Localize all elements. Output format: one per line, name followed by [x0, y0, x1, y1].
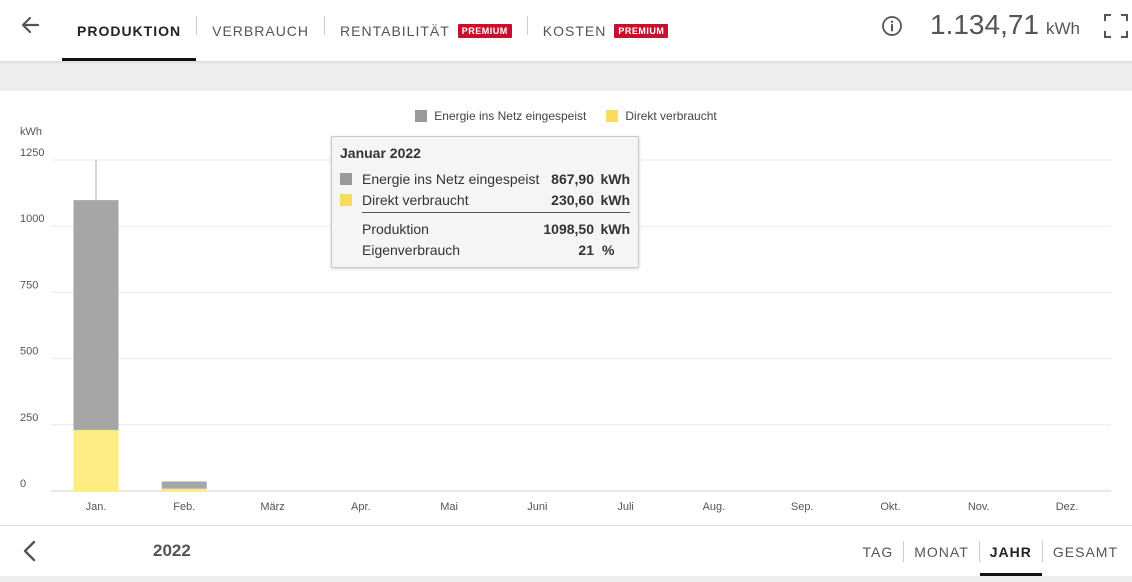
period-tag[interactable]: TAG: [852, 527, 903, 576]
tooltip-title: Januar 2022: [340, 145, 421, 161]
footer-strip: [0, 576, 1132, 582]
tooltip-value: 867,90: [551, 170, 594, 187]
chevron-left-icon[interactable]: [18, 539, 42, 563]
tooltip-divider: [362, 212, 630, 213]
x-tick-label: Apr.: [351, 501, 371, 513]
y-tick-label: 0: [20, 478, 26, 490]
y-tick-label: 1000: [20, 213, 44, 225]
chart-tooltip: Januar 2022 Energie ins Netz eingespeist…: [331, 136, 639, 268]
chart-panel: Energie ins Netz eingespeist Direkt verb…: [0, 91, 1132, 526]
x-tick-label: Jan.: [86, 501, 107, 513]
main-tabs: PRODUKTION VERBRAUCH RENTABILITÄT PREMIU…: [62, 0, 683, 61]
x-tick-label: Aug.: [703, 501, 726, 513]
tab-rentabilitaet[interactable]: RENTABILITÄT PREMIUM: [325, 0, 527, 61]
x-tick-label: Nov.: [968, 501, 990, 513]
period-label: MONAT: [914, 543, 969, 560]
tooltip-value: 230,60: [551, 191, 594, 208]
tooltip-unit: kWh: [600, 170, 630, 187]
x-tick-label: Mai: [440, 501, 458, 513]
premium-badge: PREMIUM: [614, 23, 669, 38]
tab-kosten[interactable]: KOSTEN PREMIUM: [528, 0, 684, 61]
year-label: 2022: [153, 541, 191, 560]
period-jahr[interactable]: JAHR: [979, 527, 1043, 576]
premium-badge: PREMIUM: [457, 23, 512, 38]
tooltip-label: Produktion: [362, 220, 429, 237]
x-tick-label: Okt.: [880, 501, 900, 513]
tab-produktion[interactable]: PRODUKTION: [62, 0, 197, 61]
tooltip-value: 21: [578, 241, 594, 258]
tooltip-label: Eigenverbrauch: [362, 241, 461, 258]
tooltip-swatch-grid-feed: [340, 172, 352, 185]
bar-grid-feed: [161, 481, 207, 489]
period-selector: TAG MONAT JAHR GESAMT: [852, 527, 1128, 576]
tab-label: VERBRAUCH: [212, 22, 310, 39]
bar-grid-feed: [73, 200, 119, 430]
tab-label: RENTABILITÄT: [340, 22, 450, 39]
tab-verbrauch[interactable]: VERBRAUCH: [197, 0, 324, 61]
period-label: GESAMT: [1052, 543, 1118, 560]
bottom-bar: 2022 TAG MONAT JAHR GESAMT: [0, 527, 1132, 576]
bar-self-consumed: [161, 488, 207, 491]
y-tick-label: 500: [20, 346, 38, 358]
period-monat[interactable]: MONAT: [904, 527, 979, 576]
x-tick-label: März: [260, 501, 284, 513]
energy-dashboard: PRODUKTION VERBRAUCH RENTABILITÄT PREMIU…: [0, 0, 1132, 582]
x-tick-label: Sep.: [791, 501, 814, 513]
tab-label: PRODUKTION: [77, 22, 182, 39]
tooltip-label: Direkt verbraucht: [362, 191, 469, 208]
tooltip-label: Energie ins Netz eingespeist: [362, 170, 540, 187]
x-tick-label: Juni: [527, 501, 547, 513]
y-tick-label: 250: [20, 412, 38, 424]
y-tick-label: 1250: [20, 147, 44, 159]
bar-self-consumed: [73, 429, 119, 491]
y-axis-unit: kWh: [20, 126, 42, 138]
tooltip-summary-row: Produktion 1098,50 kWh: [340, 218, 630, 239]
x-tick-label: Dez.: [1056, 501, 1079, 513]
tooltip-row: Energie ins Netz eingespeist 867,90 kWh: [340, 168, 630, 189]
tooltip-unit: kWh: [600, 191, 630, 208]
tooltip-summary-row: Eigenverbrauch 21 %: [340, 239, 630, 260]
tooltip-value: 1098,50: [543, 220, 594, 237]
total-value: 1.134,71: [930, 9, 1039, 40]
arrow-left-icon[interactable]: [18, 12, 44, 38]
y-tick-label: 750: [20, 279, 38, 291]
tooltip-unit: kWh: [600, 220, 630, 237]
tooltip-row: Direkt verbraucht 230,60 kWh: [340, 189, 630, 210]
x-tick-label: Feb.: [173, 501, 195, 513]
tooltip-unit: %: [602, 241, 615, 258]
period-label: JAHR: [989, 543, 1032, 560]
gray-band: [0, 61, 1132, 91]
tab-label: KOSTEN: [542, 22, 607, 39]
total-unit: kWh: [1046, 19, 1080, 38]
period-label: TAG: [862, 543, 894, 560]
total-production: 1.134,71 kWh: [930, 9, 1080, 41]
period-gesamt[interactable]: GESAMT: [1043, 527, 1128, 576]
fullscreen-icon[interactable]: [1103, 13, 1129, 39]
x-tick-label: Juli: [617, 501, 634, 513]
top-bar: PRODUKTION VERBRAUCH RENTABILITÄT PREMIU…: [0, 0, 1132, 61]
tooltip-swatch-self-consumed: [340, 193, 352, 206]
info-icon[interactable]: [881, 15, 903, 37]
